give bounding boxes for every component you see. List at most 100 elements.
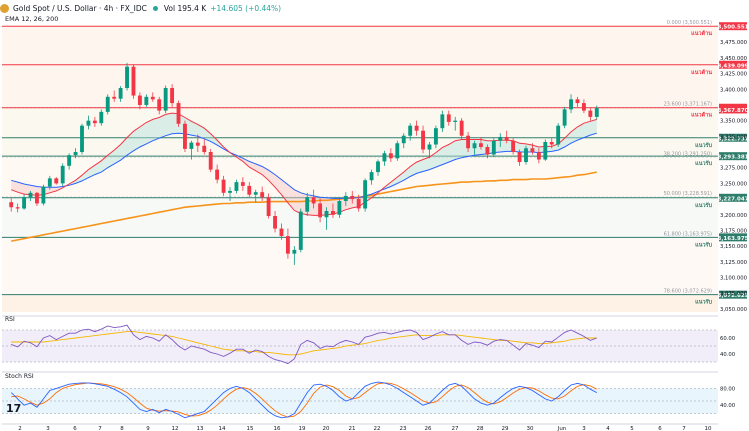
candle <box>183 120 187 153</box>
candle-body <box>73 152 78 156</box>
fib-level-label: 23.600 (3,371.167) <box>664 101 712 107</box>
resistance-price-label: 3,500.551 <box>718 25 749 31</box>
candle-body <box>343 195 348 201</box>
stoch-tick-label: 80.00 <box>720 386 736 392</box>
resistance-zone-label: แนวต้าน <box>691 68 712 76</box>
x-tick-label: 8 <box>120 426 124 431</box>
gold-symbol-icon <box>0 3 9 13</box>
x-tick-label: 3 <box>582 426 586 431</box>
candle-body <box>331 210 335 215</box>
candle <box>298 208 303 253</box>
fib-zone <box>2 294 718 312</box>
rsi-tick-label: 40.00 <box>720 352 736 358</box>
candle-body <box>240 182 245 186</box>
y-tick-label: 3,200.000 <box>720 213 748 219</box>
candle-body <box>202 145 207 153</box>
current-price-label: 3,367.870 <box>718 108 749 114</box>
candle-body <box>228 190 232 193</box>
candle-body <box>485 147 490 155</box>
y-tick-label: 3,275.000 <box>720 166 748 172</box>
rsi-tick-label: 60.00 <box>720 336 736 342</box>
fib-level-label: 61.800 (3,163.975) <box>664 231 712 237</box>
candle-body <box>581 103 586 111</box>
y-tick-label: 3,325.000 <box>720 134 748 140</box>
stoch-panel-label[interactable]: Stoch RSI <box>5 373 34 380</box>
market-open-icon <box>152 5 158 11</box>
support-price-label: 3,293.381 <box>718 155 749 161</box>
candle-body <box>137 95 142 105</box>
support-zone-label: แนวรับ <box>695 160 712 167</box>
candle-body <box>125 66 129 89</box>
x-tick-label: 21 <box>349 426 356 431</box>
candle <box>266 193 271 219</box>
x-tick-label: 30 <box>527 426 534 431</box>
price-chart[interactable]: 0.000 (3,500.551)23.600 (3,371.167)38.20… <box>0 0 749 431</box>
x-tick-label: 15 <box>247 426 254 431</box>
symbol-title[interactable]: Gold Spot / U.S. Dollar · 4h · FX_IDC <box>13 4 147 13</box>
candle-body <box>305 197 310 212</box>
candle <box>105 94 110 115</box>
candle-body <box>536 152 541 160</box>
fib-zone <box>2 107 718 158</box>
candle-body <box>22 197 27 209</box>
fib-level-label: 78.600 (3,072.629) <box>664 289 712 295</box>
candle <box>41 184 46 206</box>
candle-body <box>427 144 432 150</box>
candle-body <box>517 152 522 163</box>
tradingview-logo-icon: 17 <box>6 402 22 415</box>
candle-body <box>356 199 361 209</box>
support-zone-label: แนวรับ <box>695 241 712 248</box>
volume-readout: Vol 195.4 K <box>163 3 207 13</box>
candle <box>556 123 561 148</box>
candle-body <box>144 96 149 105</box>
x-tick-label: 3 <box>46 426 50 431</box>
candle-body <box>279 228 284 237</box>
rsi-panel: 60.00 40.00 <box>2 324 736 365</box>
x-tick-label: 20 <box>323 426 330 431</box>
candle-body <box>453 120 458 122</box>
x-tick-label: 6 <box>658 426 662 431</box>
candle-body <box>504 136 509 141</box>
y-tick-label: 3,050.000 <box>720 307 748 313</box>
candle-body <box>433 128 438 145</box>
candle-body <box>298 211 303 250</box>
resistance-zone-label: แนวต้าน <box>691 29 712 37</box>
candle-body <box>112 96 117 99</box>
x-tick-label: 14 <box>219 426 226 431</box>
ema-legend[interactable]: EMA 12, 26, 200 <box>5 15 58 23</box>
candle-body <box>588 110 593 117</box>
x-tick-label: Jun <box>557 426 567 431</box>
support-price-label: 3,227.047 <box>718 196 749 202</box>
candle <box>524 145 528 165</box>
candle-body <box>183 123 187 149</box>
resistance-zone-label: แนวต้าน <box>691 111 712 119</box>
candle <box>163 85 168 114</box>
candle-body <box>530 148 535 153</box>
fib-level-label: 50.000 (3,228.591) <box>664 191 712 197</box>
support-zone-label: แนวรับ <box>695 202 712 209</box>
candle <box>176 100 181 127</box>
candle-body <box>234 182 239 191</box>
candle-body <box>28 192 33 198</box>
candle-body <box>311 197 316 204</box>
y-tick-label: 3,400.000 <box>720 87 748 93</box>
x-tick-label: 6 <box>73 426 77 431</box>
candle-body <box>350 195 355 200</box>
candle-body <box>195 142 200 146</box>
candle-body <box>150 96 155 100</box>
candle-body <box>376 161 380 173</box>
candle-body <box>369 172 374 181</box>
candle-body <box>105 96 110 112</box>
x-tick-label: 7 <box>682 426 686 431</box>
candle-body <box>80 125 84 153</box>
y-tick-label: 3,350.000 <box>720 119 748 125</box>
x-tick-label: 22 <box>374 426 381 431</box>
x-tick-label: 23 <box>400 426 407 431</box>
candle-body <box>189 142 194 149</box>
rsi-panel-label[interactable]: RSI <box>5 316 15 323</box>
candle-body <box>318 203 323 218</box>
candle-body <box>363 180 368 209</box>
resistance-price-label: 3,439.099 <box>718 63 749 69</box>
x-tick-label: 5 <box>630 426 634 431</box>
candle-body <box>594 108 599 117</box>
